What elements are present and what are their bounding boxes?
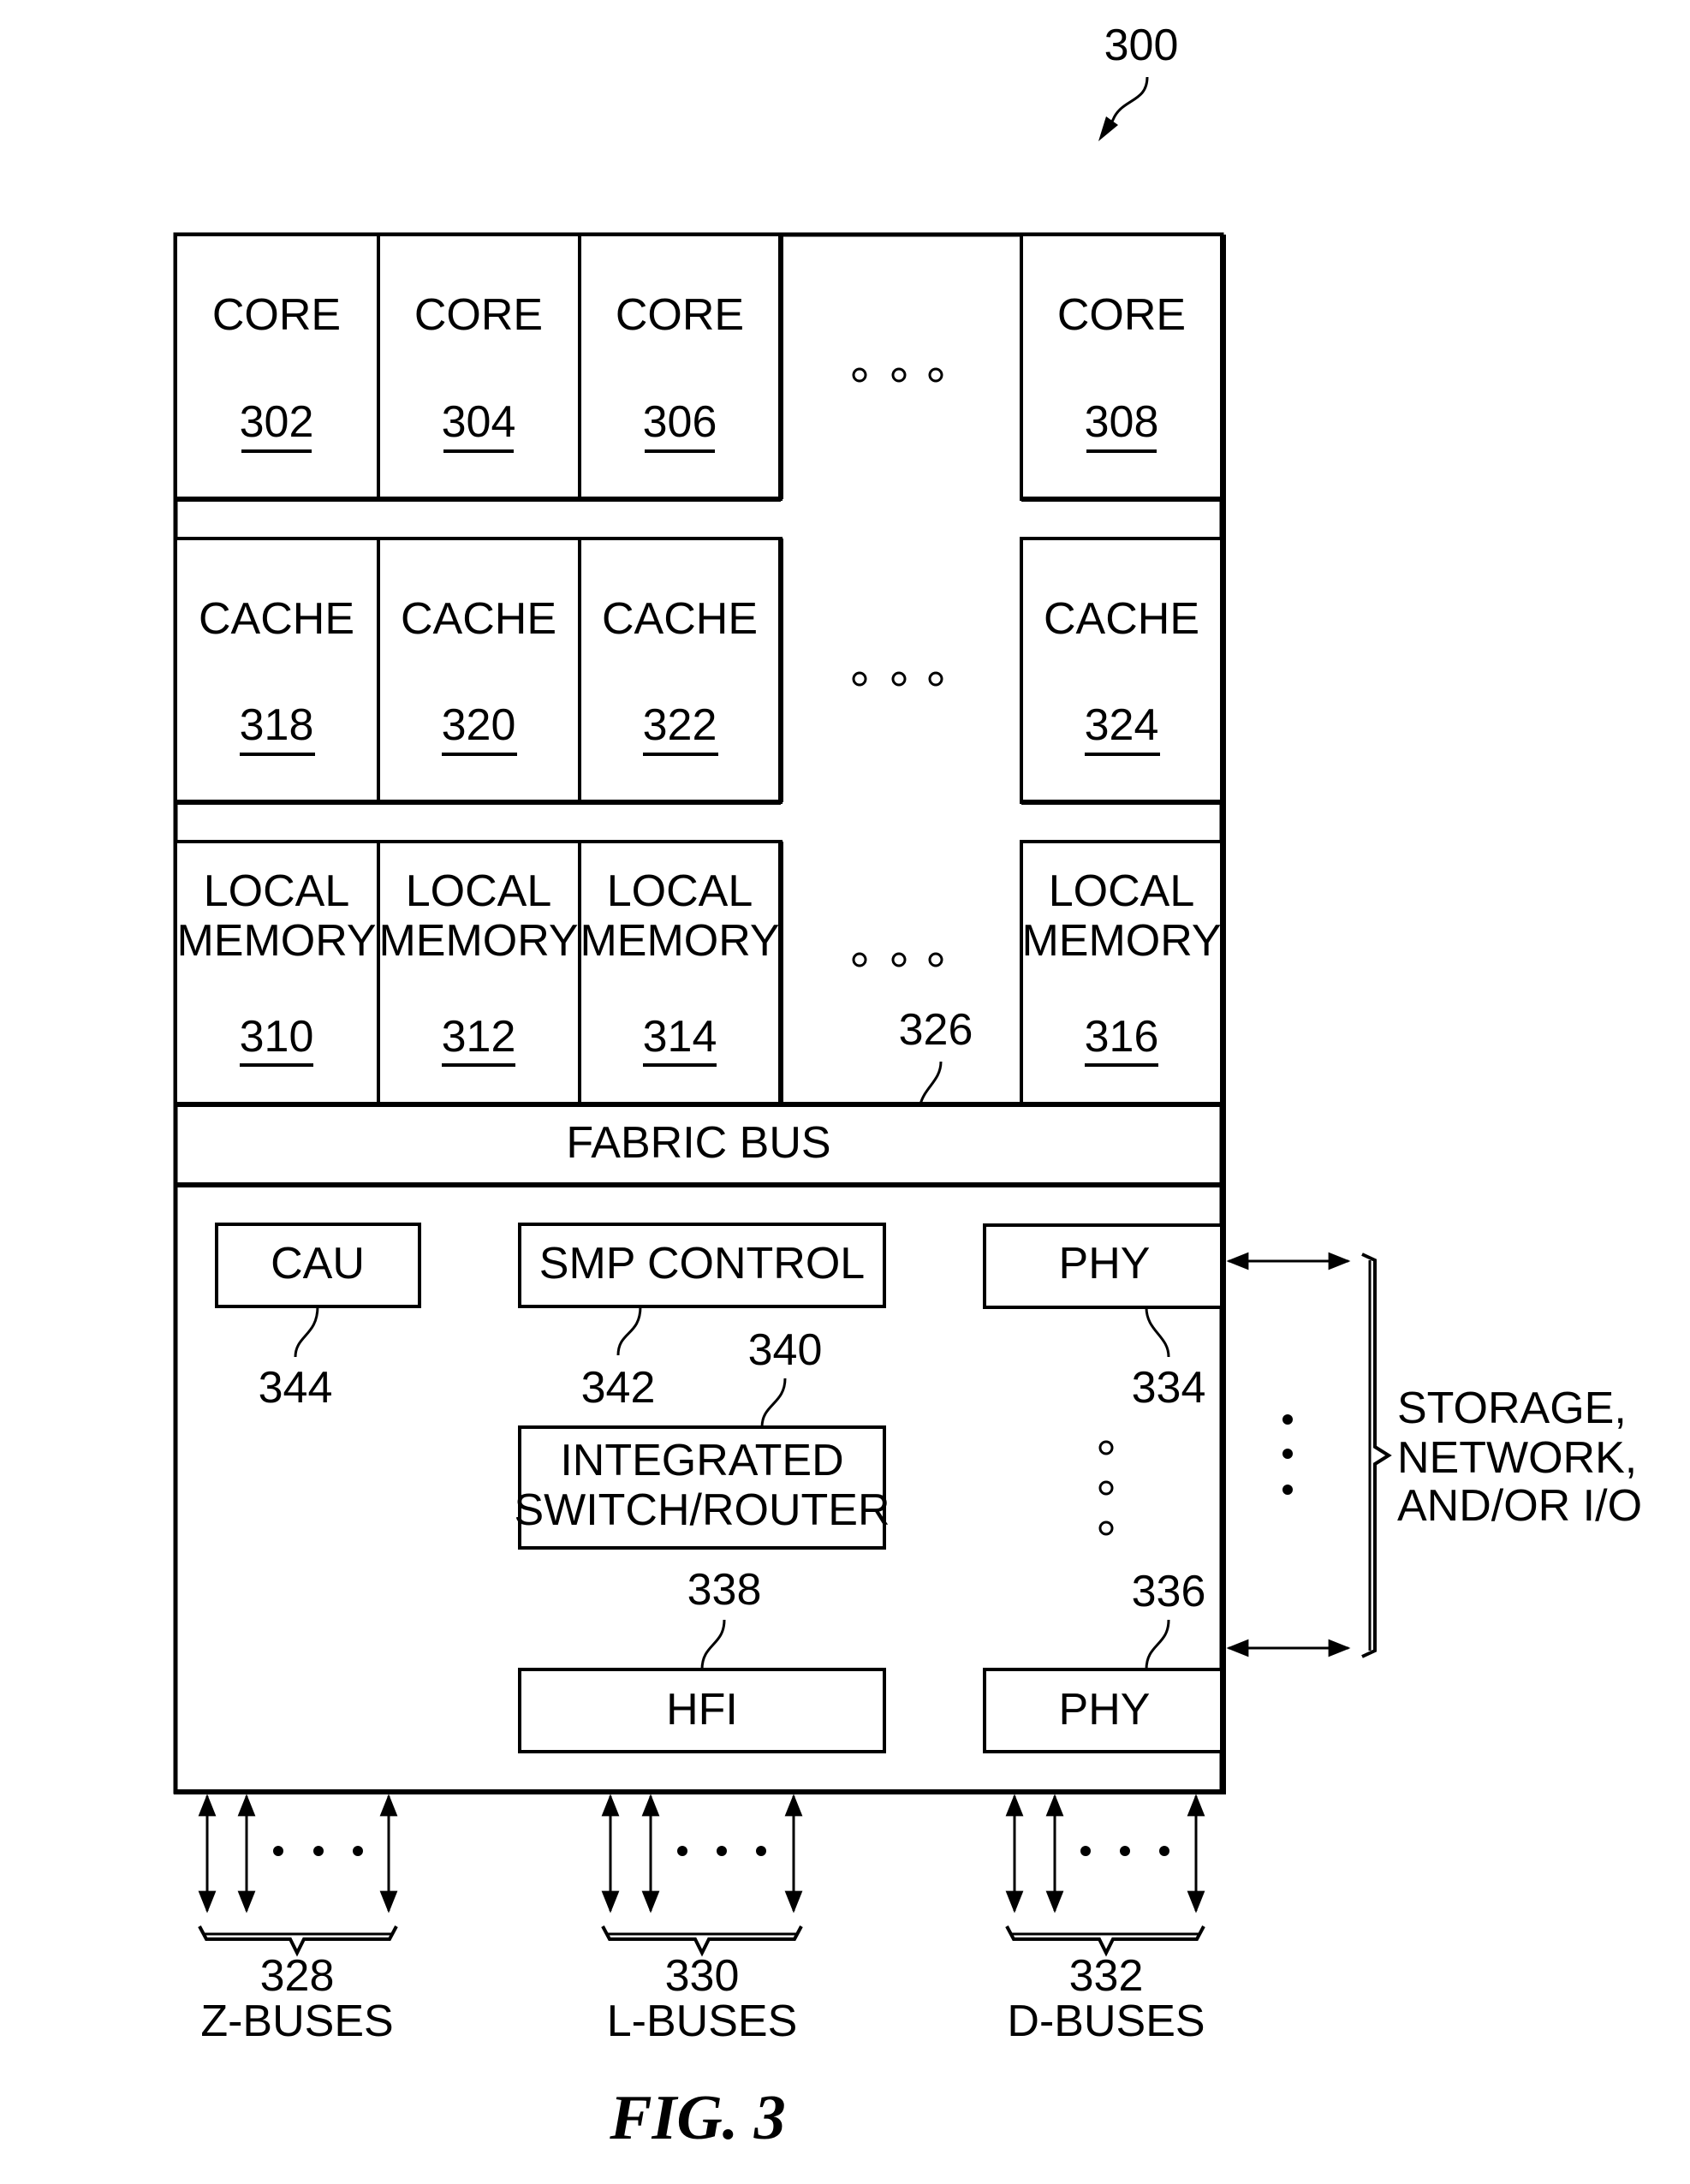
block-diagram: 300 CORE 302 CORE 304 CORE 306 CORE 308: [173, 21, 1642, 2153]
bus-ref: 328: [260, 1951, 335, 2001]
core-308-box: [1020, 233, 1223, 501]
cache-320-box: [377, 537, 581, 804]
core-ref: 306: [643, 397, 717, 447]
core-label: CORE: [616, 290, 744, 340]
bus-group: 330L-BUSES: [601, 1794, 803, 2046]
local-memory-row: LOCAL MEMORY 310 LOCAL MEMORY 312 LOCAL …: [174, 840, 1223, 1106]
cache-ref: 322: [643, 700, 717, 750]
core-ref: 304: [442, 397, 516, 447]
horizontal-ellipsis-icon: [1080, 1846, 1169, 1856]
horizontal-ellipsis-icon: [273, 1846, 363, 1856]
brace-icon: [601, 1925, 803, 1957]
memory-ref: 316: [1085, 1012, 1159, 1062]
bus-label: D-BUSES: [1007, 1997, 1205, 2046]
cache-322-box: [578, 537, 783, 804]
bus-label: Z-BUSES: [200, 1997, 393, 2046]
core-302-box: [174, 233, 380, 501]
vertical-ellipsis-icon: [1282, 1414, 1293, 1495]
cache-label: CACHE: [1044, 594, 1199, 644]
external-label-line2: NETWORK,: [1397, 1433, 1637, 1483]
switch-router-label-line1: INTEGRATED: [560, 1436, 843, 1485]
external-io: STORAGE, NETWORK, AND/OR I/O: [1226, 1252, 1642, 1658]
core-306-box: [578, 233, 783, 501]
phy-label: PHY: [1059, 1239, 1151, 1288]
cache-ref: 318: [240, 700, 314, 750]
core-ref: 308: [1085, 397, 1159, 447]
figure-caption: FIG. 3: [609, 2083, 786, 2153]
smp-ref: 342: [581, 1363, 656, 1413]
phy-336-ref: 336: [1132, 1567, 1206, 1616]
fabric-bus-label: FABRIC BUS: [566, 1118, 830, 1168]
memory-label-line2: MEMORY: [1021, 916, 1221, 966]
memory-label-line1: LOCAL: [1049, 866, 1195, 916]
brace-icon: [198, 1925, 398, 1957]
bus-label: L-BUSES: [607, 1997, 798, 2046]
external-label-line1: STORAGE,: [1397, 1384, 1627, 1433]
smp-control-label: SMP CONTROL: [539, 1239, 865, 1288]
cache-label: CACHE: [199, 594, 354, 644]
bus-ref: 332: [1069, 1951, 1144, 2001]
horizontal-ellipsis-icon: [677, 1846, 766, 1856]
figure-ref-label: 300: [1104, 21, 1179, 70]
cau-ref: 344: [259, 1363, 333, 1413]
memory-ref: 314: [643, 1012, 717, 1062]
memory-label-line2: MEMORY: [378, 916, 578, 966]
bus-ref: 330: [665, 1951, 740, 2001]
brace-icon: [1005, 1925, 1205, 1957]
switch-router-ref: 340: [748, 1325, 823, 1375]
cache-ref: 324: [1085, 700, 1159, 750]
core-ref: 302: [240, 397, 314, 447]
memory-label-line1: LOCAL: [406, 866, 552, 916]
cache-324-box: [1020, 537, 1223, 804]
core-row: CORE 302 CORE 304 CORE 306 CORE 308: [174, 233, 1223, 502]
core-label: CORE: [1057, 290, 1186, 340]
cau-label: CAU: [271, 1239, 365, 1288]
bus-group: 328Z-BUSES: [198, 1794, 398, 2046]
switch-router-label-line2: SWITCH/ROUTER: [514, 1485, 890, 1535]
hfi-label: HFI: [666, 1685, 738, 1735]
core-304-box: [377, 233, 581, 501]
phy-label: PHY: [1059, 1685, 1151, 1735]
memory-ref: 310: [240, 1012, 314, 1062]
external-label-line3: AND/OR I/O: [1397, 1481, 1642, 1531]
bus-groups: 328Z-BUSES 330L-BUSES 332D-BUSES: [198, 1794, 1205, 2046]
memory-label-line1: LOCAL: [204, 866, 350, 916]
figure-ref-arrowhead: [1098, 116, 1118, 141]
fabric-bus-ref: 326: [899, 1005, 973, 1055]
memory-label-line2: MEMORY: [580, 916, 779, 966]
memory-label-line2: MEMORY: [176, 916, 376, 966]
core-label: CORE: [414, 290, 543, 340]
cache-row: CACHE 318 CACHE 320 CACHE 322 CACHE 324: [174, 537, 1223, 805]
memory-label-line1: LOCAL: [607, 866, 753, 916]
cache-label: CACHE: [602, 594, 758, 644]
cache-ref: 320: [442, 700, 516, 750]
brace-icon: [1361, 1253, 1392, 1658]
memory-ref: 312: [442, 1012, 516, 1062]
phy-334-ref: 334: [1132, 1363, 1206, 1413]
core-label: CORE: [212, 290, 341, 340]
bus-group: 332D-BUSES: [1005, 1794, 1205, 2046]
cache-label: CACHE: [401, 594, 556, 644]
hfi-ref: 338: [687, 1565, 762, 1615]
cache-318-box: [174, 537, 380, 804]
